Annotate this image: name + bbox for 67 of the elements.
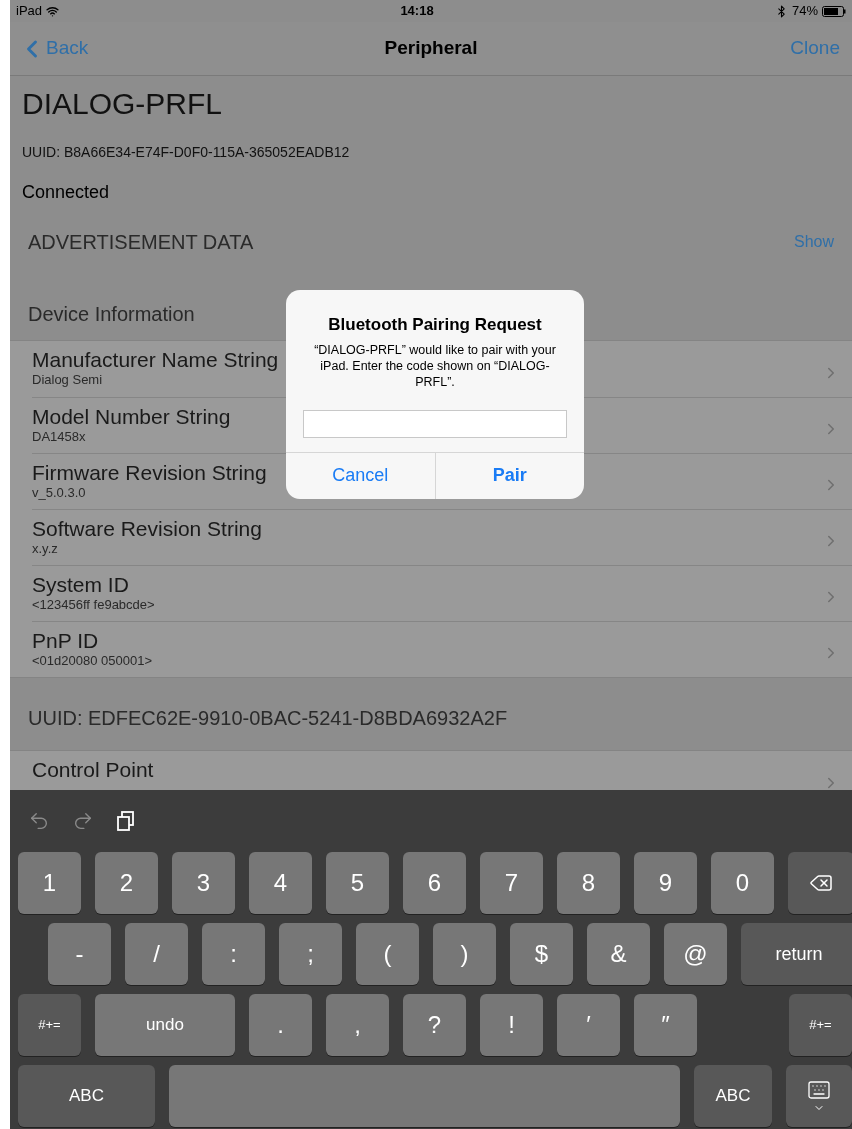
abc-key[interactable]: ABC — [694, 1065, 772, 1127]
section-header: Device Information — [28, 302, 195, 327]
keyboard-key[interactable]: 5 — [326, 852, 389, 914]
keyboard-key[interactable]: : — [202, 923, 265, 985]
keyboard-key[interactable]: ( — [356, 923, 419, 985]
keyboard-key[interactable]: 6 — [403, 852, 466, 914]
row-value: <01d20080 050001> — [32, 653, 152, 669]
backspace-key[interactable] — [788, 852, 852, 914]
row-title: Control Point — [32, 758, 154, 782]
battery-level: 74% — [791, 2, 818, 21]
keyboard-key[interactable]: ! — [480, 994, 543, 1056]
keyboard-key[interactable]: ″ — [634, 994, 697, 1056]
row-value: x.y.z — [32, 541, 58, 557]
hide-keyboard-key[interactable] — [786, 1065, 852, 1127]
keyboard-key[interactable]: 9 — [634, 852, 697, 914]
peripheral-name: DIALOG-PRFL — [22, 86, 223, 122]
return-key[interactable]: return — [741, 923, 852, 985]
dialog-message: “DIALOG-PRFL” would like to pair with your iPad. Enter the code shown on “DIALOG-PRFL”. — [313, 341, 557, 390]
keyboard-key[interactable]: 3 — [172, 852, 235, 914]
row-title: PnP ID — [32, 629, 99, 653]
undo-key[interactable]: undo — [95, 994, 235, 1056]
keyboard-key[interactable]: ; — [279, 923, 342, 985]
keyboard-key[interactable]: 7 — [480, 852, 543, 914]
row-value: DA1458x — [32, 429, 86, 445]
clock: 14:18 — [399, 2, 435, 21]
keyboard-key[interactable]: 8 — [557, 852, 620, 914]
row-value: Dialog Semi — [32, 372, 103, 388]
nav-title: Peripheral — [383, 36, 479, 61]
keyboard-key[interactable]: & — [587, 923, 650, 985]
keyboard-key[interactable]: ) — [433, 923, 496, 985]
symbols-key[interactable]: #+= — [18, 994, 81, 1056]
keyboard-key[interactable]: ? — [403, 994, 466, 1056]
keyboard-icon — [807, 1078, 831, 1102]
row-title: Firmware Revision String — [32, 461, 267, 485]
keyboard-key[interactable]: @ — [664, 923, 727, 985]
keyboard-key[interactable]: ′ — [557, 994, 620, 1056]
keyboard-key[interactable]: $ — [510, 923, 573, 985]
section-header: ADVERTISEMENT DATA — [28, 230, 255, 255]
wifi-icon — [46, 4, 60, 18]
symbols-key[interactable]: #+= — [789, 994, 852, 1056]
battery-icon — [822, 5, 846, 17]
row-title: Model Number String — [32, 405, 231, 429]
row-title: Software Revision String — [32, 517, 262, 541]
connection-state: Connected — [22, 181, 110, 204]
code-input-field[interactable] — [303, 409, 567, 438]
pair-button[interactable]: Pair — [434, 452, 584, 499]
keyboard-key[interactable]: 0 — [711, 852, 774, 914]
keyboard-key[interactable]: / — [125, 923, 188, 985]
undo-icon — [28, 810, 50, 832]
dialog-title: Bluetooth Pairing Request — [328, 314, 542, 336]
peripheral-uuid: UUID: B8A66E34-E74F-D0F0-115A-365052EADB12 — [22, 143, 350, 162]
keyboard-key[interactable]: 4 — [249, 852, 312, 914]
abc-key[interactable]: ABC — [18, 1065, 155, 1127]
cancel-button[interactable]: Cancel — [286, 452, 435, 499]
keyboard-key[interactable]: 1 — [18, 852, 81, 914]
row-value: v_5.0.3.0 — [32, 485, 86, 501]
paste-icon — [116, 810, 136, 832]
keyboard-key[interactable]: - — [48, 923, 111, 985]
section-header: UUID: EDFEC62E-9910-0BAC-5241-D8BDA6932A2F — [28, 706, 508, 731]
row-title: Manufacturer Name String — [32, 348, 279, 372]
device-name: iPad — [16, 2, 43, 21]
keyboard-key[interactable]: . — [249, 994, 312, 1056]
keyboard-key[interactable]: 2 — [95, 852, 158, 914]
redo-icon — [72, 810, 94, 832]
row-title: System ID — [32, 573, 129, 597]
keyboard-key[interactable]: , — [326, 994, 389, 1056]
row-value: <123456ff fe9abcde> — [32, 597, 155, 613]
